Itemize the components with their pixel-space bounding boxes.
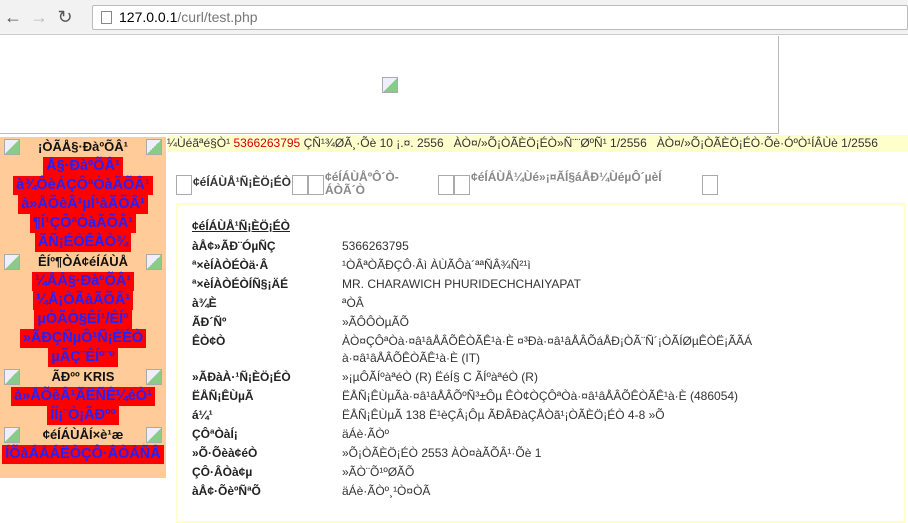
- status-marquee: ¼Ùéãªé§Ò¹ 5366263795 ÇÑ¹¾ØÃ¸·Õè 10 ¡.¤. …: [167, 135, 908, 152]
- marquee-label: ¼Ùéãªé§Ò¹: [167, 136, 231, 150]
- field-label: ª×èÍÀÒÉÒÍÑ§¡ÄÉ: [192, 277, 289, 291]
- broken-image-icon: [146, 254, 162, 270]
- browser-toolbar: ← → ↻ 127.0.0.1/curl/test.php: [0, 0, 908, 35]
- url-host: 127.0.0.1: [119, 9, 178, 25]
- broken-image-icon: [146, 139, 162, 155]
- sidebar-section-header: ÊÍº¶ÒÁ¢éÍÁÙÅ: [0, 252, 166, 272]
- info-row: »Õ·Õèà¢éÒ »Õ¡ÒÃÈÖ¡ÉÒ 2553 ÀÒ¤àÃÕÂ¹·Õè 1: [192, 444, 541, 463]
- field-value-line2: à·¤â¹âÅÂÕÊÒÃÊ¹à·È (IT): [342, 351, 481, 365]
- sidebar-link[interactable]: ÍÕàÁÅÁËÒÇÔ·ÂÒÅÑÂ: [2, 445, 164, 464]
- field-value: ªÒÂ: [342, 296, 364, 310]
- tab-student-info[interactable]: ¢éÍÁÙÅ¹Ñ¡ÈÖ¡ÉÒ: [192, 168, 292, 189]
- tab-parents-info[interactable]: ¢éÍÁÙÅºÔ´Ò-ÁÒÃ´Ò: [324, 168, 424, 197]
- field-label: àÅ¢·ÕèºÑªÕ: [192, 484, 261, 498]
- tab-edge: [308, 175, 325, 195]
- tab-guardian-info[interactable]: ¢éÍÁÙÅ¼Ùé»¡¤ÃÍ§áÅÐ¼ÙéµÔ´µèÍ: [470, 168, 702, 184]
- sidebar-link[interactable]: ¶Í¹ÇÔªÒàÃÕÂ¹: [29, 214, 137, 233]
- field-label: á¼¹: [192, 408, 213, 422]
- tab-edge: [292, 175, 309, 195]
- field-value: 5366263795: [342, 239, 409, 253]
- tab-edge: [176, 175, 192, 195]
- field-label: à¾È: [192, 296, 217, 310]
- sidebar-link[interactable]: ¼ÅÅ§·ÐàºÕÂ¹: [31, 272, 135, 291]
- field-value: »ÃÒ¨Õ¹ºØÃÕ: [342, 465, 415, 479]
- info-row: á¼¹ ËÅÑ¡ÊÙµÃ 138 Ë¹èÇÂ¡Ôµ ÃÐÂÐàÇÅÒã¹¡ÒÃÈÖ…: [192, 406, 665, 425]
- section-header-label: ÊÍº¶ÒÁ¢éÍÁÙÅ: [38, 254, 128, 269]
- field-label: »ÃÐàÀ·¹Ñ¡ÈÖ¡ÉÒ: [192, 370, 291, 384]
- sidebar-link[interactable]: ÍÍ¡¨Ò¡ÃÐºº: [47, 406, 119, 425]
- section-header-label: ¢éÍÁÙÅÍ×è¹æ: [42, 427, 124, 442]
- broken-image-icon: [4, 369, 20, 385]
- back-icon[interactable]: ←: [0, 7, 26, 28]
- field-label: »Õ·Õèà¢éÒ: [192, 446, 258, 460]
- field-value: MR. CHARAWICH PHURIDECHCHAIYAPAT: [342, 277, 581, 291]
- field-label: ª×èÍÀÒÉÒä·Â: [192, 258, 269, 272]
- field-value: ËÅÑ¡ÊÙµÃ 138 Ë¹èÇÂ¡Ôµ ÃÐÂÐàÇÅÒã¹¡ÒÃÈÖ¡ÉÒ…: [342, 408, 665, 422]
- field-value: »Õ¡ÒÃÈÖ¡ÉÒ 2553 ÀÒ¤àÃÕÂ¹·Õè 1: [342, 446, 542, 460]
- marquee-student-id: 5366263795: [233, 136, 301, 150]
- field-value: äÁè·ÃÒº¸¹Ò¤ÒÃ: [342, 484, 431, 498]
- broken-image-icon: [4, 139, 20, 155]
- info-row: ËÅÑ¡ÊÙµÃ ËÅÑ¡ÊÙµÃà·¤â¹âÅÂÕºÑ³±Ôµ ÊÒ¢ÒÇÔªÒ…: [192, 387, 738, 406]
- broken-image-icon: [146, 427, 162, 443]
- address-bar[interactable]: 127.0.0.1/curl/test.php: [92, 5, 908, 30]
- sidebar-section-header: ¢éÍÁÙÅÍ×è¹æ: [0, 425, 166, 445]
- info-row: ª×èÍÀÒÉÒÍÑ§¡ÄÉ MR. CHARAWICH PHURIDECHCHA…: [192, 275, 581, 294]
- field-value: »¡µÔÃÍºàªéÒ (R) ËéÍ§ C ÃÍºàªéÒ (R): [342, 370, 538, 384]
- info-row: ª×èÍÀÒÉÒä·Â ¹ÒÂªÒÃÐÇÔ·Âì ÀÙÃÔà´ªªÑÂ¾Ñ²¹ì: [192, 256, 531, 275]
- sidebar-section-header: ¡ÒÃÅ§·ÐàºÕÂ¹: [0, 137, 166, 157]
- student-info-panel: ¢éÍÁÙÅ¹Ñ¡ÈÖ¡ÉÒ àÅ¢»ÃÐ¨ÓµÑÇ 5366263795 ª×èÍ…: [176, 203, 906, 523]
- sidebar-link[interactable]: à¾ÔèÁÇÔªÒàÃÕÂ¹: [13, 176, 153, 195]
- sidebar-link[interactable]: Å§·ÐàºÕÂ¹: [43, 157, 123, 176]
- field-value: äÁè·ÃÒº: [342, 427, 390, 441]
- field-label: àÅ¢»ÃÐ¨ÓµÑÇ: [192, 239, 276, 253]
- marquee-text: ÇÑ¹¾ØÃ¸·Õè 10 ¡.¤. 2556 ÀÒ¤/»Õ¡ÒÃÈÖ¡ÉÒ»Ñ…: [303, 136, 878, 150]
- field-label: ÇÔªÒàÍ¡: [192, 427, 238, 441]
- sidebar-link[interactable]: ¼Å¡ÒÃàÃÕÂ¹: [32, 291, 134, 310]
- sidebar-link[interactable]: à»ÅÕèÂ¹ÃËÑÊ¼èÒ¹: [11, 387, 155, 406]
- info-row: à¾È ªÒÂ: [192, 294, 364, 313]
- field-label: ÃÐ´Ñº: [192, 315, 227, 329]
- sidebar-link[interactable]: »ÃÐÇÑµÔ¹Ñ¡È֡ÉÒ: [19, 329, 147, 348]
- info-row: »ÃÐàÀ·¹Ñ¡ÈÖ¡ÉÒ »¡µÔÃÍºàªéÒ (R) ËéÍ§ C ÃÍº…: [192, 368, 538, 387]
- section-header-label: ¡ÒÃÅ§·ÐàºÕÂ¹: [38, 139, 128, 154]
- tab-bar: ¢éÍÁÙÅ¹Ñ¡ÈÖ¡ÉÒ ¢éÍÁÙÅºÔ´Ò-ÁÒÃ´Ò ¢éÍÁÙÅ¼Ù…: [176, 168, 719, 197]
- tab-edge: [702, 175, 719, 195]
- section-header-label: ÃÐºº KRIS: [51, 369, 115, 384]
- field-value: ¹ÒÂªÒÃÐÇÔ·Âì ÀÙÃÔà´ªªÑÂ¾Ñ²¹ì: [342, 258, 531, 272]
- banner: [0, 36, 779, 134]
- info-row: àÅ¢»ÃÐ¨ÓµÑÇ 5366263795: [192, 237, 409, 256]
- broken-image-icon: [4, 427, 20, 443]
- tab-edge: [438, 175, 455, 195]
- sidebar-section-header: ÃÐºº KRIS: [0, 367, 166, 387]
- info-row: àÅ¢·ÕèºÑªÕ äÁè·ÃÒº¸¹Ò¤ÒÃ: [192, 482, 430, 501]
- sidebar-link[interactable]: à»ÅÕèÂ¹µÍ¹àÃÕÂ¹: [18, 195, 148, 214]
- sidebar-link[interactable]: ÃÑ¡ÉÒÊÀÒ¾: [34, 233, 132, 252]
- page-icon: [101, 11, 112, 24]
- broken-image-icon: [4, 254, 20, 270]
- broken-image-icon: [146, 369, 162, 385]
- info-row: ÊÒ¢Ò ÀÒ¤ÇÔªÒà·¤â¹âÅÂÕÊÒÃÊ¹à·È ¤³Ðà·¤â¹âÅÂ…: [192, 332, 752, 365]
- url-path: /curl/test.php: [177, 9, 258, 25]
- field-label: ÇÔ·ÂÒà¢µ: [192, 465, 253, 479]
- field-value: ËÅÑ¡ÊÙµÃà·¤â¹âÅÂÕºÑ³±Ôµ ÊÒ¢ÒÇÔªÒà·¤â¹âÅÂ…: [342, 389, 739, 403]
- info-row: ÇÔªÒàÍ¡ äÁè·ÃÒº: [192, 425, 389, 444]
- info-row: ÃÐ´Ñº »ÃÔÔÒµÃÕ: [192, 313, 409, 332]
- field-label: ËÅÑ¡ÊÙµÃ: [192, 389, 254, 403]
- sidebar-link[interactable]: µÃÇ¨ÊÍº¨º: [48, 348, 118, 367]
- broken-image-icon: [382, 77, 398, 93]
- reload-icon[interactable]: ↻: [52, 7, 78, 28]
- section-title: ¢éÍÁÙÅ¹Ñ¡ÈÖ¡ÉÒ: [192, 219, 291, 233]
- forward-icon[interactable]: →: [26, 7, 52, 28]
- field-value: »ÃÔÔÒµÃÕ: [342, 315, 409, 329]
- sidebar-link[interactable]: µÒÃÒ§ÊÍ¹/ÊÍº: [34, 310, 132, 329]
- tab-edge: [454, 175, 471, 195]
- field-label: ÊÒ¢Ò: [192, 334, 226, 348]
- sidebar: ¡ÒÃÅ§·ÐàºÕÂ¹ Å§·ÐàºÕÂ¹ à¾ÔèÁÇÔªÒàÃÕÂ¹ à»ÅÕè…: [0, 137, 166, 478]
- info-row: ÇÔ·ÂÒà¢µ »ÃÒ¨Õ¹ºØÃÕ: [192, 463, 414, 482]
